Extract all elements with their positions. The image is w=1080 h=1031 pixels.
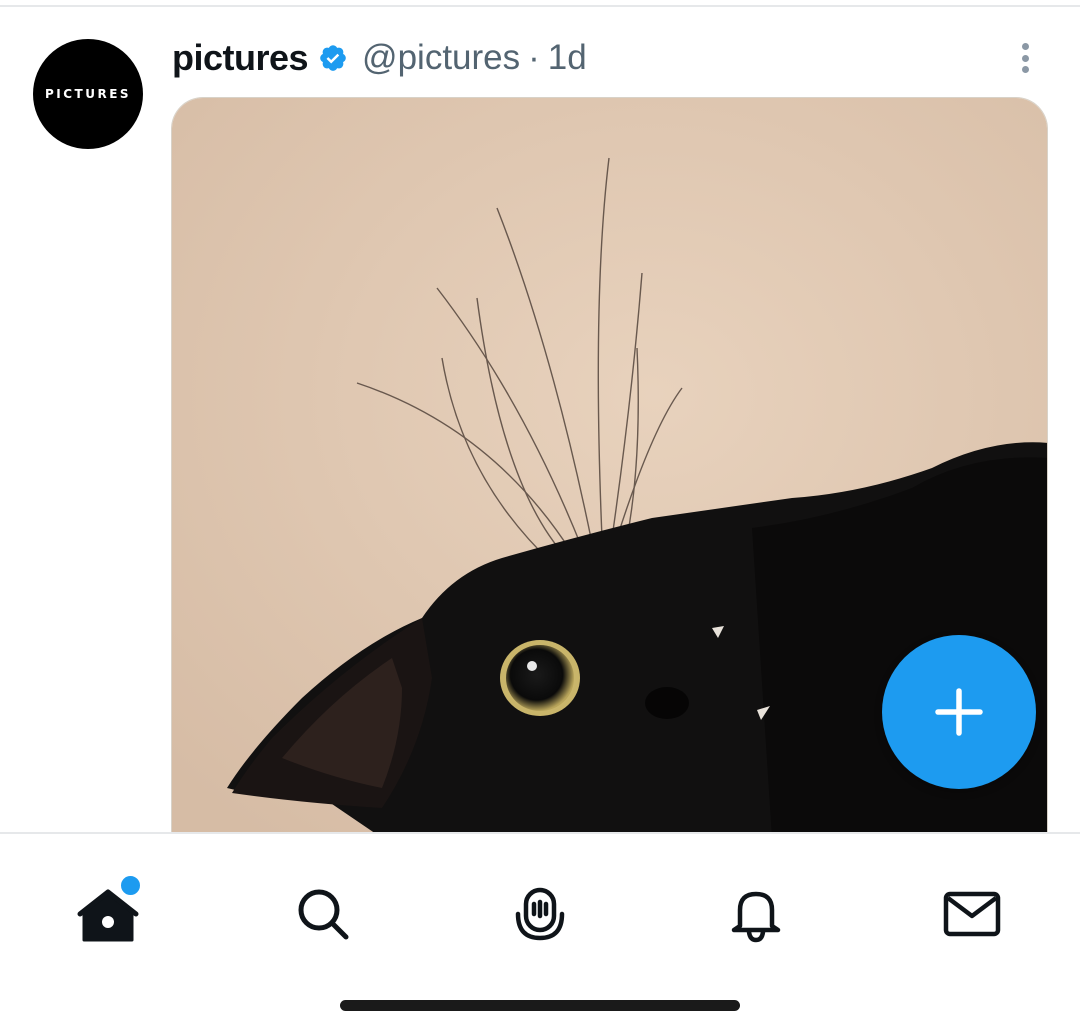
tweet-header: pictures @pictures · 1d — [172, 33, 587, 83]
nav-messages[interactable] — [932, 874, 1012, 954]
verified-badge-icon — [320, 45, 346, 71]
mail-icon — [943, 891, 1001, 937]
nav-search[interactable] — [283, 874, 363, 954]
bell-icon — [731, 891, 781, 943]
display-name[interactable]: pictures — [172, 37, 309, 79]
nav-notifications[interactable] — [716, 874, 796, 954]
search-icon — [298, 889, 349, 940]
more-options-icon[interactable] — [1010, 35, 1040, 81]
nav-spaces[interactable] — [500, 874, 580, 954]
home-indicator[interactable] — [340, 1000, 740, 1011]
avatar[interactable]: PICTURES — [33, 39, 143, 149]
compose-button[interactable] — [882, 635, 1036, 789]
tweet-timestamp[interactable]: 1d — [548, 38, 587, 78]
author-handle[interactable]: @pictures — [362, 38, 520, 78]
nav-home[interactable] — [68, 874, 148, 954]
bottom-nav — [0, 834, 1080, 1031]
avatar-logo-text: PICTURES — [44, 87, 132, 101]
spaces-icon — [515, 887, 565, 941]
unread-dot — [119, 874, 142, 897]
plus-icon — [935, 688, 983, 736]
separator-dot: · — [528, 38, 540, 77]
